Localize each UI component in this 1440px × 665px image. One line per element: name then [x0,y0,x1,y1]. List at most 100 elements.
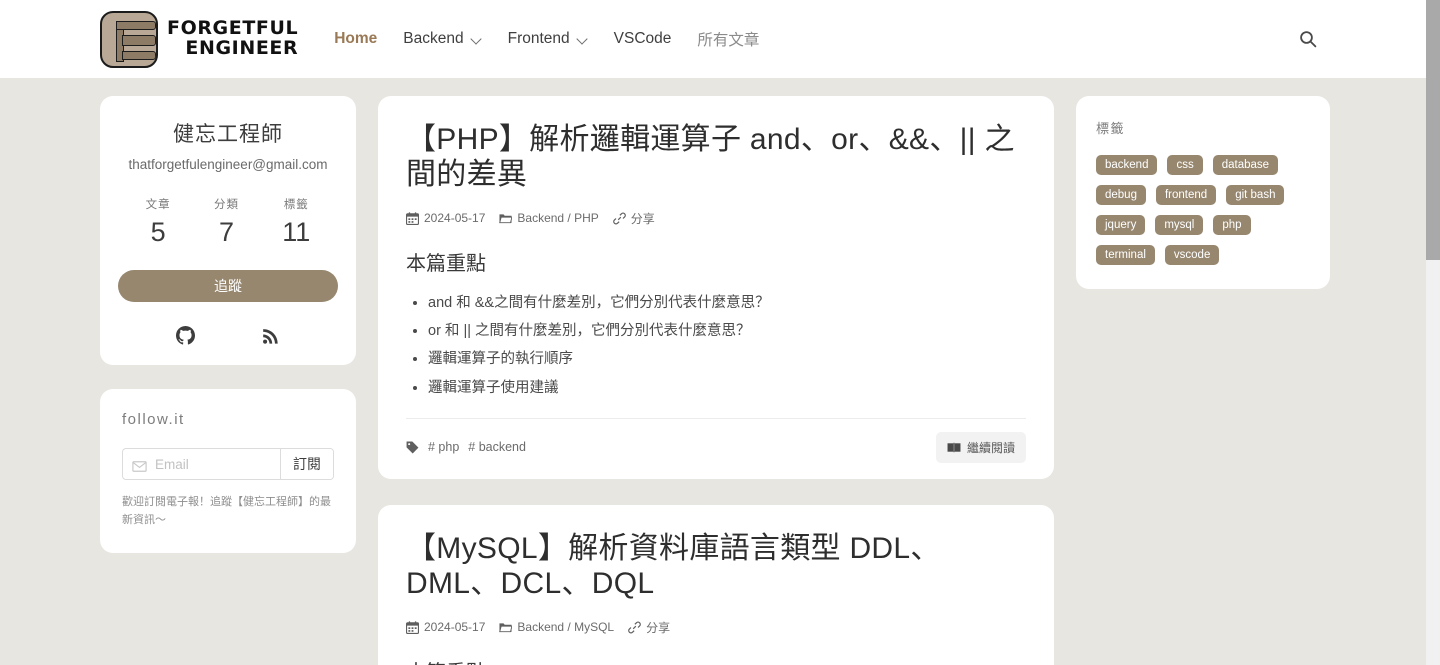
nav-item-vscode[interactable]: VSCode [614,30,672,48]
stat-categories-label: 分類 [213,199,239,211]
nav-label-all-posts: 所有文章 [697,32,760,49]
subscribe-field[interactable] [123,449,280,479]
follow-button[interactable]: 追蹤 [118,270,338,302]
tag-pill-frontend[interactable]: frontend [1155,185,1217,205]
read-more-button[interactable]: 繼續閱讀 [935,431,1026,463]
book-icon [947,442,961,453]
article-category-text: Backend / PHP [517,211,599,226]
nav-item-home[interactable]: Home [334,30,377,48]
list-item: or 和 || 之間有什麼差別，它們分別代表什麼意思？ [428,317,1026,345]
tag-pill-database[interactable]: database [1212,155,1279,175]
chevron-down-icon [471,34,482,45]
article-feed: 【PHP】解析邏輯運算子 and、or、&&、|| 之間的差異 2024-05-… [378,96,1054,665]
main-navigation: Home Backend Frontend VSCode 所有文章 [334,28,759,50]
page-body: 健忘工程師 thatforgetfulengineer@gmail.com 文章… [0,78,1426,665]
followit-title: follow.it [122,411,185,428]
stat-posts-value: 5 [150,217,166,247]
article-category[interactable]: Backend / MySQL [499,620,614,634]
tag-pill-css[interactable]: css [1167,155,1203,175]
article-tag-php[interactable]: # php [428,440,459,454]
tag-pill-php[interactable]: php [1213,215,1251,235]
right-sidebar: 標籤 backend css database debug frontend g… [1076,96,1330,665]
tags-panel: 標籤 backend css database debug frontend g… [1076,96,1330,289]
stat-tags-label: 標籤 [283,199,309,211]
nav-label-home: Home [334,30,378,47]
link-icon [628,621,641,634]
followit-description: 歡迎訂閱電子報！追蹤【健忘工程師】的最新資訊～ [122,496,331,527]
article-date: 2024-05-17 [406,620,485,634]
github-icon[interactable] [175,326,195,345]
article-tags: # php # backend [406,440,526,454]
article-date-text: 2024-05-17 [424,620,486,635]
logo-wordmark: FORGETFUL ENGINEER [167,18,299,59]
profile-name: 健忘工程師 [173,123,283,146]
subscribe-row: 訂閱 [122,448,334,480]
tag-pill-debug[interactable]: debug [1096,185,1146,205]
tag-pill-jquery[interactable]: jquery [1096,215,1146,235]
article-card: 【MySQL】解析資料庫語言類型 DDL、DML、DCL、DQL 2024-05… [378,504,1054,665]
nav-label-vscode: VSCode [613,30,672,47]
site-header: FORGETFUL ENGINEER Home Backend Frontend… [0,0,1426,78]
nav-label-backend: Backend [403,30,464,47]
article-excerpt-heading: 本篇重點 [406,252,486,275]
profile-email: thatforgetfulengineer@gmail.com [128,157,328,172]
stat-posts[interactable]: 文章 5 [146,196,171,248]
article-title[interactable]: 【PHP】解析邏輯運算子 and、or、&&、|| 之間的差異 [406,122,1026,193]
article-card: 【PHP】解析邏輯運算子 and、or、&&、|| 之間的差異 2024-05-… [378,96,1054,479]
rss-icon[interactable] [262,326,281,345]
site-logo[interactable]: FORGETFUL ENGINEER [100,10,299,68]
search-icon[interactable] [1298,29,1318,49]
logo-line-2: ENGINEER [185,37,299,59]
subscribe-button[interactable]: 訂閱 [280,449,333,479]
tag-pill-backend[interactable]: backend [1096,155,1158,175]
article-meta: 2024-05-17 Backend / PHP 分享 [406,210,1026,227]
article-date-text: 2024-05-17 [424,211,486,226]
article-share[interactable]: 分享 [628,619,670,636]
list-item: 邏輯運算子使用建議 [428,374,1026,402]
tag-icon [406,441,419,454]
subscribe-email-input[interactable] [155,456,271,472]
tag-pill-git-bash[interactable]: git bash [1226,185,1285,205]
social-links [118,326,338,345]
stat-categories[interactable]: 分類 7 [214,196,239,248]
profile-card: 健忘工程師 thatforgetfulengineer@gmail.com 文章… [100,96,356,365]
page-viewport: FORGETFUL ENGINEER Home Backend Frontend… [0,0,1440,665]
article-share[interactable]: 分享 [612,210,655,227]
tag-pill-terminal[interactable]: terminal [1096,245,1155,265]
folder-icon [499,621,513,634]
forgetful-engineer-logo-icon [100,10,158,68]
read-more-label: 繼續閱讀 [966,440,1015,455]
page-scrollbar[interactable] [1426,0,1440,665]
tag-pill-mysql[interactable]: mysql [1155,215,1204,235]
article-tag-backend[interactable]: # backend [468,440,526,454]
followit-card: follow.it 訂閱 [100,389,356,554]
left-sidebar: 健忘工程師 thatforgetfulengineer@gmail.com 文章… [100,96,356,665]
tags-panel-title: 標籤 [1096,121,1126,136]
article-category[interactable]: Backend / PHP [499,211,599,226]
profile-stats: 文章 5 分類 7 標籤 11 [118,196,338,248]
article-share-text: 分享 [646,620,671,635]
nav-item-all-posts[interactable]: 所有文章 [697,28,759,50]
article-date: 2024-05-17 [406,211,485,225]
tag-cloud: backend css database debug frontend git … [1096,155,1310,265]
stat-categories-value: 7 [218,217,234,247]
chevron-down-icon [577,34,588,45]
envelope-icon [132,459,147,472]
folder-icon [499,212,513,225]
nav-item-frontend[interactable]: Frontend [508,30,588,48]
article-excerpt-heading: 本篇重點 [406,656,1026,665]
scrollbar-thumb[interactable] [1426,0,1440,260]
article-category-text: Backend / MySQL [517,620,615,635]
article-footer: # php # backend 繼續閱讀 [406,417,1026,479]
list-item: and 和 &&之間有什麼差別，它們分別代表什麼意思？ [428,289,1026,317]
article-bullet-list: and 和 &&之間有什麼差別，它們分別代表什麼意思？ or 和 || 之間有什… [406,289,1026,402]
nav-item-backend[interactable]: Backend [403,30,481,48]
stat-posts-label: 文章 [145,199,171,211]
calendar-icon [406,620,420,634]
tag-pill-vscode[interactable]: vscode [1164,245,1220,265]
calendar-icon [406,212,420,225]
article-title[interactable]: 【MySQL】解析資料庫語言類型 DDL、DML、DCL、DQL [406,531,1026,602]
stat-tags[interactable]: 標籤 11 [282,196,310,248]
link-icon [612,212,626,225]
nav-label-frontend: Frontend [507,30,570,47]
